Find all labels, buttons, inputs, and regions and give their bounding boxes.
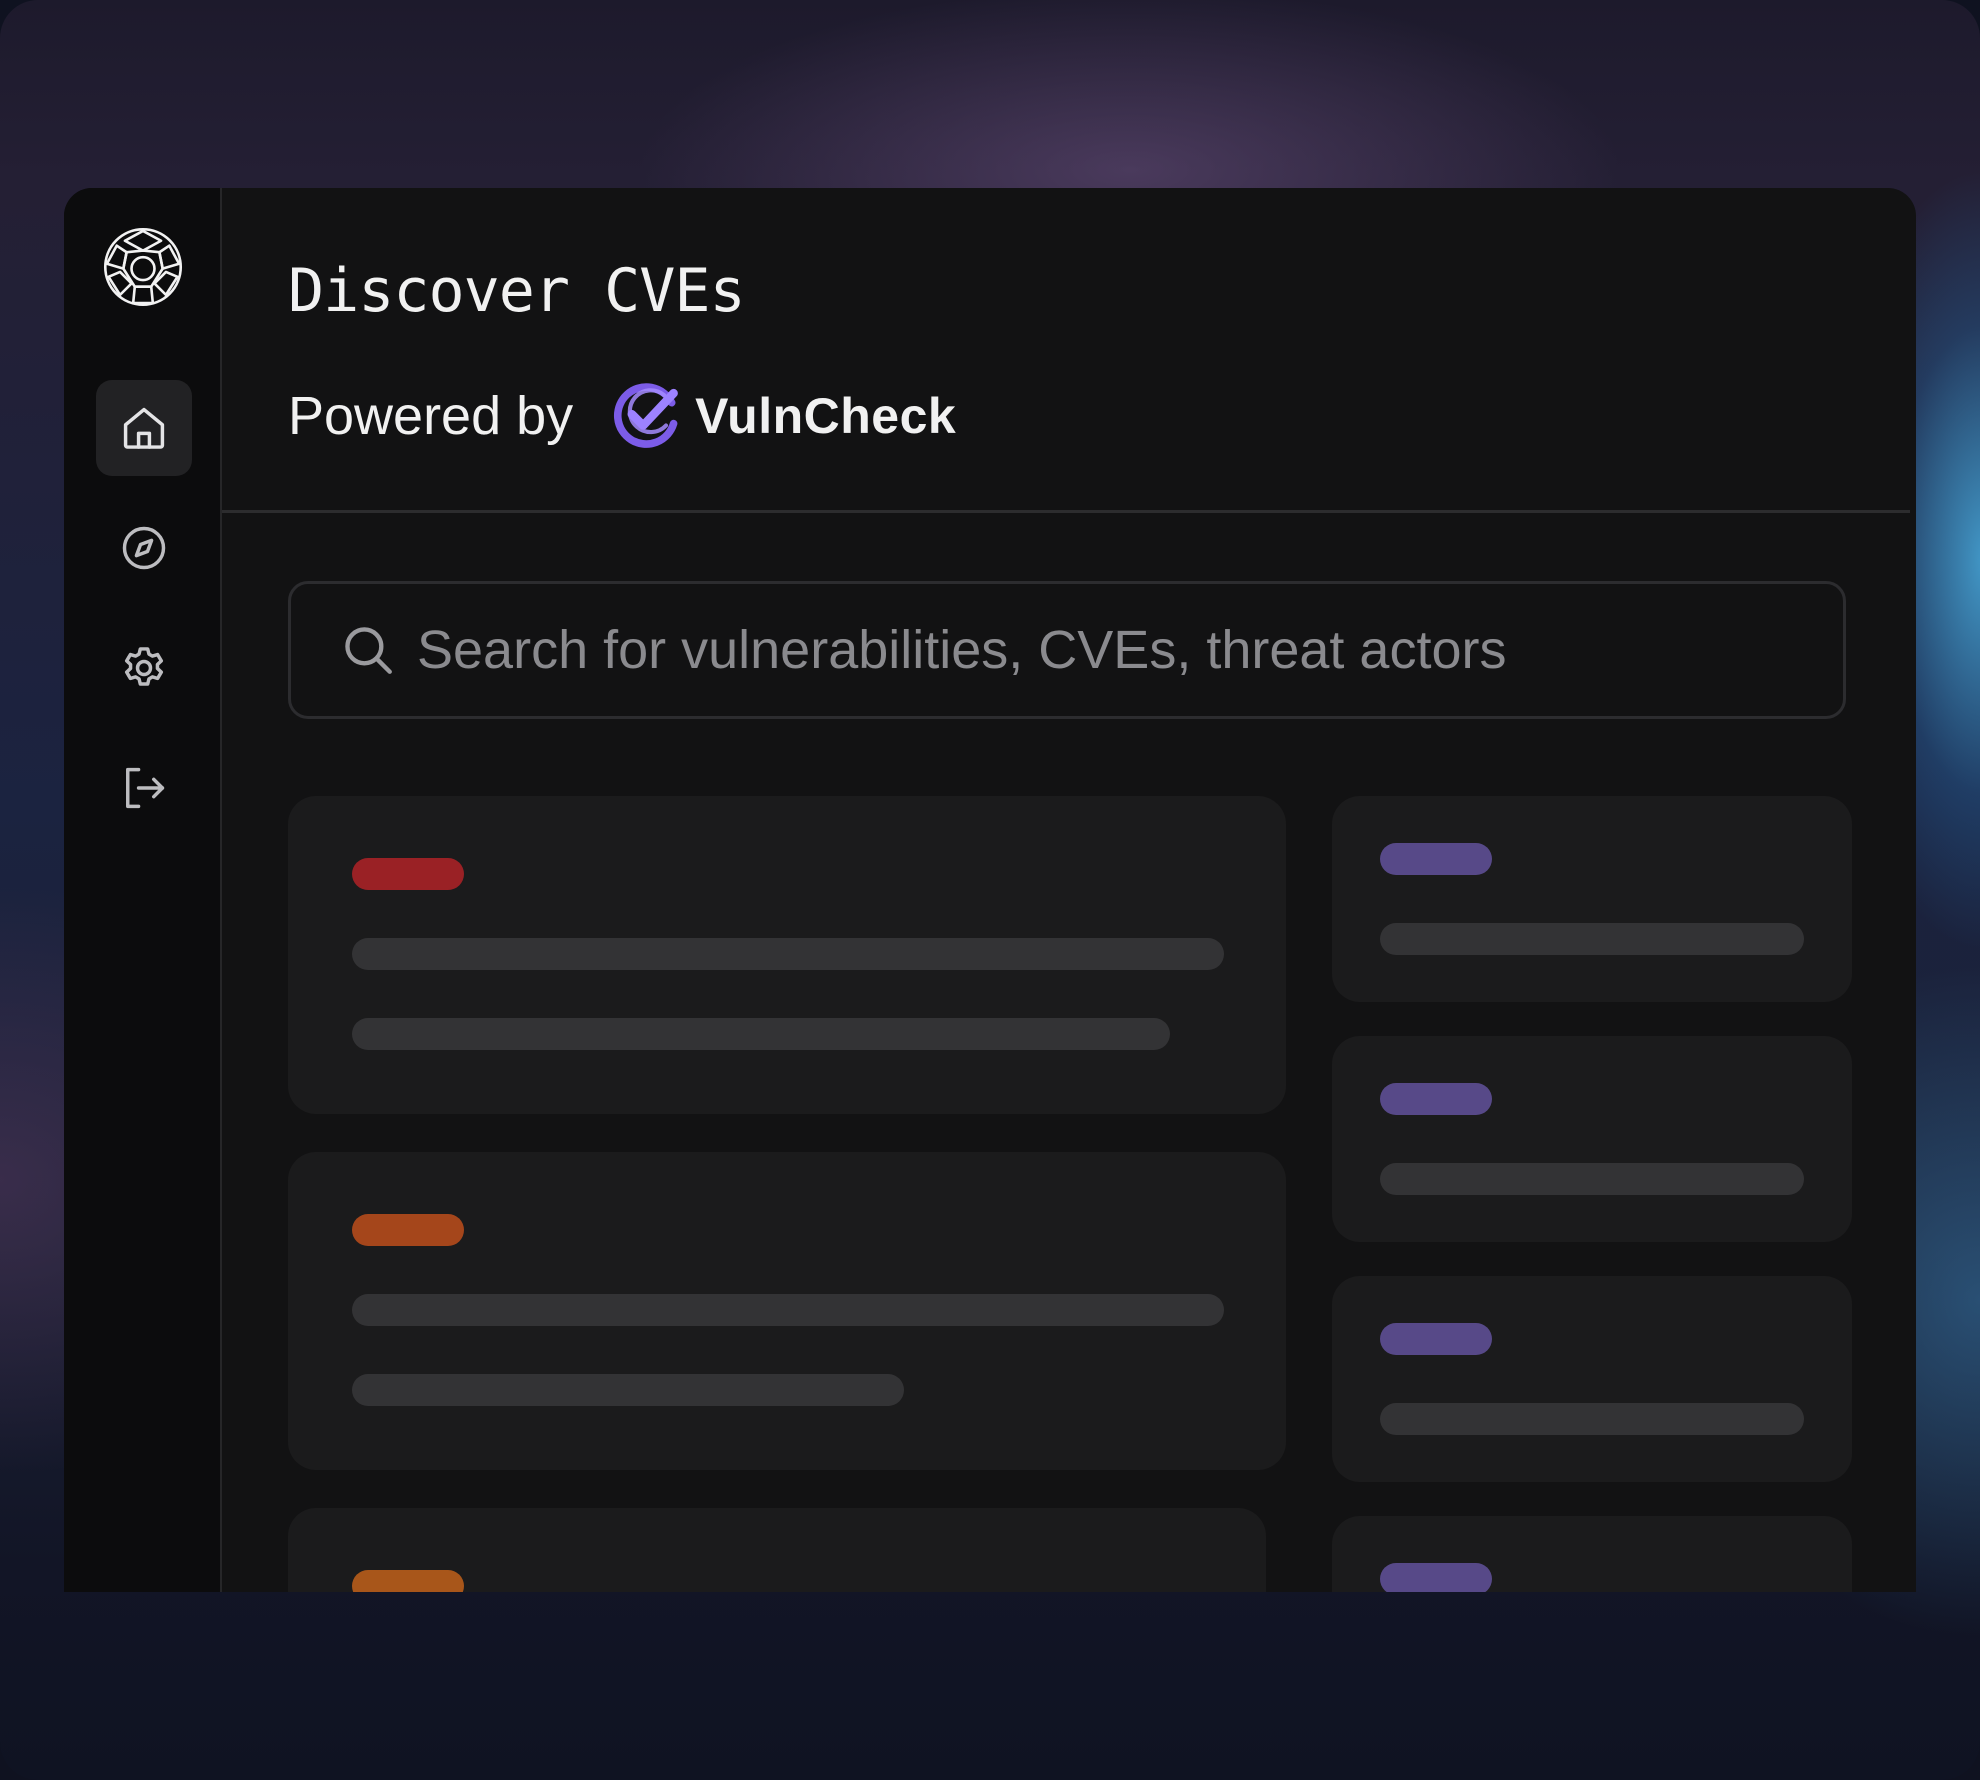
skeleton-line (352, 1018, 1170, 1050)
search-bar[interactable] (288, 581, 1846, 719)
powered-by: Powered by VulnCheck (288, 378, 956, 454)
tag-pill (1380, 1083, 1492, 1115)
vulncheck-logo-icon (614, 383, 679, 448)
vulncheck-brand-name: VulnCheck (695, 388, 957, 444)
skeleton-line (1380, 923, 1804, 955)
tag-pill (1380, 1563, 1492, 1592)
severity-pill (352, 1214, 464, 1246)
cve-card-skeleton[interactable] (288, 796, 1286, 1114)
severity-pill (352, 1570, 464, 1592)
logout-icon (126, 767, 165, 809)
gear-icon (124, 647, 164, 686)
nav-settings[interactable] (96, 620, 192, 716)
main-content: Discover CVEs Powered by VulnCheck (222, 188, 1916, 1592)
skeleton-line (352, 1374, 904, 1406)
skeleton-line (352, 1294, 1224, 1326)
threat-card-skeleton[interactable] (1332, 1516, 1852, 1592)
page-title: Discover CVEs (288, 256, 746, 326)
cve-card-skeleton[interactable] (288, 1152, 1286, 1470)
cve-card-skeleton[interactable] (288, 1508, 1266, 1592)
nav-home[interactable] (96, 380, 192, 476)
home-icon (123, 407, 165, 449)
compass-icon (122, 526, 166, 570)
nav-explore[interactable] (96, 500, 192, 596)
app-logo-icon[interactable] (102, 226, 184, 308)
powered-by-label: Powered by (288, 386, 574, 446)
header-divider (222, 510, 1910, 513)
severity-pill (352, 858, 464, 890)
threat-card-skeleton[interactable] (1332, 1036, 1852, 1242)
app-window: Discover CVEs Powered by VulnCheck (64, 188, 1916, 1592)
search-input[interactable] (415, 618, 1799, 682)
threat-card-skeleton[interactable] (1332, 1276, 1852, 1482)
sidebar (64, 188, 222, 1592)
background: Discover CVEs Powered by VulnCheck (0, 0, 1980, 1780)
skeleton-line (352, 938, 1224, 970)
nav-logout[interactable] (96, 740, 192, 836)
skeleton-line (1380, 1163, 1804, 1195)
skeleton-line (1380, 1403, 1804, 1435)
tag-pill (1380, 843, 1492, 875)
threat-card-skeleton[interactable] (1332, 796, 1852, 1002)
tag-pill (1380, 1323, 1492, 1355)
search-icon (345, 627, 392, 674)
